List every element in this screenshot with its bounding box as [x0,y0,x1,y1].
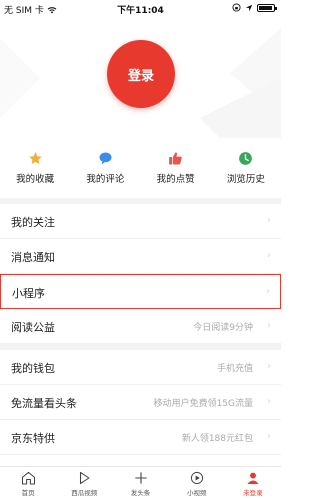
quick-likes-label: 我的点赞 [156,174,195,185]
menu-wallet[interactable]: 我的钱包 手机充值 › [0,350,281,385]
menu-label: 我的关注 [11,216,55,229]
quick-actions: 我的收藏 我的评论 我的点赞 浏览历史 [0,140,281,198]
tab-label: 发头条 [130,489,151,497]
tab-xigua-video[interactable]: 西瓜视频 [56,467,112,500]
tab-profile[interactable]: 未登录 [225,467,281,500]
location-icon [245,4,253,11]
menu-value: 新人领188元红包 [181,434,253,444]
login-button[interactable]: 登录 [107,40,175,108]
home-icon [21,471,35,485]
quick-favorites[interactable]: 我的收藏 [0,140,70,198]
menu-value: 手机充值 [216,364,253,374]
quick-comments-label: 我的评论 [86,174,125,185]
menu-label: 消息通知 [11,251,55,264]
status-bar: 无 SIM 卡 下午11:04 [0,0,281,18]
quick-history-label: 浏览历史 [226,174,265,185]
lock-rotation-icon [232,3,241,12]
chevron-right-icon: › [267,396,271,407]
quick-favorites-label: 我的收藏 [16,174,55,185]
menu-my-follows[interactable]: 我的关注 › [0,204,281,239]
chevron-right-icon: › [267,361,271,372]
status-right [232,3,277,12]
plus-icon [134,472,147,484]
profile-page: 无 SIM 卡 下午11:04 登录 我的收藏 我的评论 我的点赞 浏览历史 我… [0,0,281,500]
comment-icon [99,152,112,164]
small-video-icon [190,471,203,485]
chevron-right-icon: › [267,250,271,261]
battery-icon [257,3,277,12]
menu-label: 我的钱包 [11,362,55,375]
menu-jd-special[interactable]: 京东特供 新人领188元红包 › [0,420,281,455]
clock-icon [239,151,253,165]
tab-label: 首页 [21,489,35,497]
menu-reading-charity[interactable]: 阅读公益 今日阅读9分钟 › [0,309,281,344]
chevron-right-icon: › [267,431,271,442]
thumbs-up-icon [169,151,182,164]
menu-label: 免流量看头条 [11,397,77,410]
quick-comments[interactable]: 我的评论 [70,140,140,198]
menu-mini-programs[interactable]: 小程序 › [0,274,281,309]
tab-small-video[interactable]: 小视频 [169,467,225,500]
bottom-tab-bar: 首页 西瓜视频 发头条 小视频 未登录 [0,466,281,500]
chevron-right-icon: › [267,320,271,331]
menu-free-data[interactable]: 免流量看头条 移动用户免费领15G流量 › [0,385,281,420]
tab-label: 西瓜视频 [71,489,98,497]
chevron-right-icon: › [266,286,270,297]
tab-post[interactable]: 发头条 [112,467,168,500]
menu-label: 小程序 [12,287,45,300]
tab-label: 小视频 [186,489,207,497]
menu-value: 今日阅读9分钟 [193,323,253,333]
tab-label: 未登录 [243,489,263,497]
menu-value: 移动用户免费领15G流量 [153,399,253,409]
profile-icon [247,472,259,484]
tab-home[interactable]: 首页 [0,467,56,500]
play-icon [80,471,90,485]
star-icon [28,151,42,164]
chevron-right-icon: › [267,215,271,226]
menu-label: 阅读公益 [11,321,55,334]
quick-history[interactable]: 浏览历史 [211,140,281,198]
menu-notifications[interactable]: 消息通知 › [0,239,281,274]
quick-likes[interactable]: 我的点赞 [141,140,211,198]
menu-label: 京东特供 [11,432,55,445]
